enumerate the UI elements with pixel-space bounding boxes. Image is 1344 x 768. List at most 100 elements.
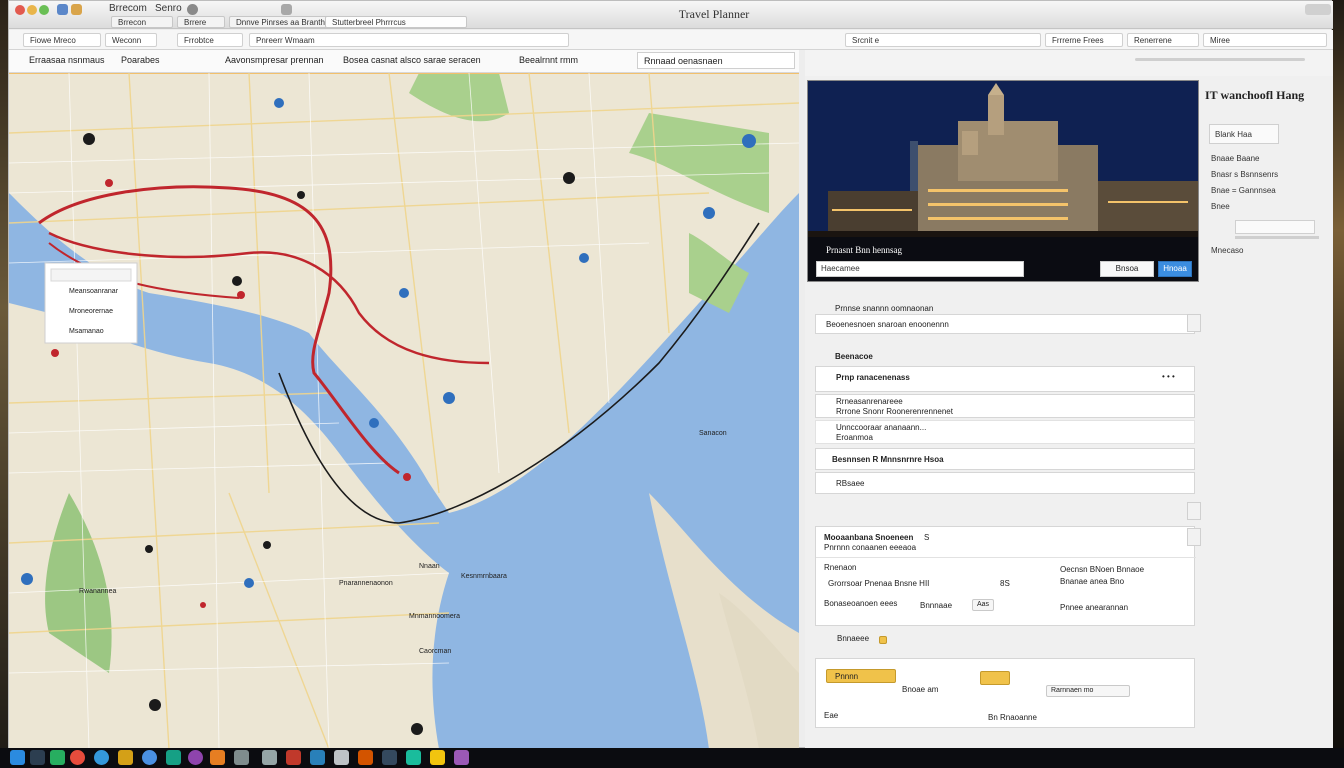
summary-progress [1235, 236, 1319, 239]
map-place-7: Sanacon [699, 430, 727, 437]
settings-dock-icon[interactable] [334, 750, 349, 765]
booking-small-2: Bn Rnaoanne [988, 713, 1037, 722]
map-legend-item-3[interactable]: Msamanao [69, 328, 104, 335]
star-icon[interactable] [71, 4, 82, 15]
nav-item-6[interactable]: Frrrerne Frees [1045, 33, 1123, 47]
stay-footer-pill[interactable]: Aas [972, 599, 995, 611]
section-1-label: Beenacoe [835, 352, 873, 361]
map-legend-item-1[interactable]: Meansoanranar [69, 288, 119, 295]
tab-1[interactable]: Brrecon [111, 16, 173, 28]
summary-row-6: Mnecaso [1211, 246, 1244, 255]
tab-2[interactable]: Brrere [177, 16, 225, 28]
stay-meta: S [924, 533, 930, 542]
flight-card[interactable]: Prnp ranacenenass • • • [815, 366, 1195, 392]
app-icon[interactable] [57, 4, 68, 15]
zoom-window-button[interactable] [39, 5, 49, 15]
segment-card[interactable]: Besnnsen R Mnnsnrnre Hsoa [815, 448, 1195, 470]
nav-item-8[interactable]: Miree [1203, 33, 1327, 47]
tab-4[interactable]: Stutterbreel Phrrrcus [325, 16, 467, 28]
app-name[interactable]: Brrecom [109, 3, 147, 14]
stay-sub: Pnrnnn conaanen eeeaoa [824, 543, 917, 552]
close-window-button[interactable] [15, 5, 25, 15]
nav-item-7[interactable]: Renerrene [1127, 33, 1199, 47]
app-menu[interactable]: Senro [155, 3, 182, 14]
share-icon[interactable] [281, 4, 292, 15]
podcasts-icon[interactable] [454, 750, 469, 765]
nav-item-2[interactable]: Weconn [105, 33, 157, 47]
title-bar: Brrecom Senro Travel Planner Brrecon Brr… [9, 1, 1333, 29]
mail-icon[interactable] [262, 750, 277, 765]
summary-field[interactable] [1235, 220, 1315, 234]
detail-3: Unnccooraar ananaann... [836, 423, 927, 432]
booking-tag[interactable]: Pnnnn [826, 669, 896, 683]
hero-primary-button[interactable]: Hnoaa [1158, 261, 1192, 277]
nav-item-3[interactable]: Frrobtce [177, 33, 243, 47]
filter-item-1[interactable]: Erraasaa nsnmaus [29, 55, 105, 65]
zoom-slider[interactable] [1135, 58, 1305, 61]
stores-icon[interactable] [286, 750, 301, 765]
maps-icon[interactable] [166, 750, 181, 765]
filter-item-2[interactable]: Poarabes [121, 55, 160, 65]
stay-footer-a: Bonaseoanoen eees [824, 599, 898, 608]
files-icon[interactable] [382, 750, 397, 765]
safari-icon[interactable] [142, 750, 157, 765]
nav-item-4[interactable]: Pnreerr Wmaam [249, 33, 569, 47]
books-icon[interactable] [358, 750, 373, 765]
finder-icon[interactable] [10, 750, 25, 765]
map-canvas[interactable]: Meansoanranar Mroneorernae Msamanao Nnaa… [9, 73, 799, 749]
facetime-icon[interactable] [406, 750, 421, 765]
detail-2: Rrrone Snonr Roonerenrennenet [836, 407, 953, 416]
hero-secondary-button[interactable]: Bnsoa [1100, 261, 1154, 277]
stay-note: Rnenaon [824, 563, 857, 572]
stay-card[interactable]: Mooaanbana Snoeneen S Pnrnnn conaanen ee… [815, 526, 1196, 626]
destination-input[interactable]: Haecamee [816, 261, 1024, 277]
summary-title: IT wanchoofl Hang [1205, 88, 1305, 102]
filter-item-4[interactable]: Bosea casnat alsco sarae seracen [343, 55, 481, 65]
music-icon[interactable] [188, 750, 203, 765]
map-legend-item-2[interactable]: Mroneorernae [69, 308, 113, 315]
filter-item-3[interactable]: Aavonsmpresar prennan [225, 55, 324, 65]
map-view[interactable]: Meansoanranar Mroneorernae Msamanao Nnaa… [9, 73, 799, 749]
window-title: Travel Planner [678, 7, 750, 21]
detail-1: Rrneasanrenareee [836, 397, 903, 406]
photos-icon[interactable] [210, 750, 225, 765]
segment-sub-card[interactable]: RBsaee [815, 472, 1195, 494]
scroll-lower-button[interactable] [1187, 528, 1201, 546]
map-place-6: Caorcman [419, 648, 451, 655]
booking-card[interactable]: Pnnnn Bnoae am Rarnnaen mo Eae Bn Rnaoan… [815, 658, 1195, 728]
calendar-icon[interactable] [234, 750, 249, 765]
browser-icon[interactable] [94, 750, 109, 765]
nav-item-1[interactable]: Fiowe Mreco [23, 33, 101, 47]
contacts-icon[interactable] [310, 750, 325, 765]
minimize-window-button[interactable] [27, 5, 37, 15]
scroll-mid-button[interactable] [1187, 502, 1201, 520]
settings-icon[interactable] [187, 4, 198, 15]
stickies-icon[interactable] [430, 750, 445, 765]
map-place-4: Rwanannea [79, 588, 116, 595]
notes-icon[interactable] [118, 750, 133, 765]
booking-tag-label: Pnnnn [835, 672, 859, 681]
detail-card-1[interactable]: Rrneasanrenareee Rrrone Snonr Roonerenre… [815, 394, 1195, 418]
window-controls-icon[interactable] [1305, 4, 1331, 15]
record-icon[interactable] [70, 750, 85, 765]
nav-bar: Fiowe Mreco Weconn Frrobtce Pnreerr Wmaa… [9, 30, 1333, 50]
map-place-1: Nnaan [419, 563, 440, 570]
map-place-5: Mnmannoomera [409, 613, 460, 620]
terminal-icon[interactable] [30, 750, 45, 765]
filter-item-5[interactable]: Beealrnnt rmm [519, 55, 578, 65]
flight-menu-icon[interactable]: • • • [1162, 372, 1175, 381]
nav-item-5[interactable]: Srcnit e [845, 33, 1041, 47]
itinerary-header: Prnnse snannn oomnaonan [835, 304, 934, 313]
detail-card-2[interactable]: Unnccooraar ananaann... Eroanmoa [815, 420, 1195, 444]
destination-hero[interactable]: Prnasnt Bnn hennsag Haecamee Bnsoa Hnoaa [807, 80, 1199, 282]
summary-sidebar: IT wanchoofl Hang Blank Haa Bnaae Baane … [1205, 80, 1333, 280]
booking-highlight[interactable] [980, 671, 1010, 685]
scroll-up-button[interactable] [1187, 314, 1201, 332]
route-select[interactable]: Rnnaad oenasnaen [637, 52, 795, 69]
booking-button[interactable]: Rarnnaen mo [1046, 685, 1130, 697]
itinerary-search[interactable]: Beoenesnoen snaroan enoonennn [815, 314, 1195, 334]
booking-mid: Bnoae am [902, 685, 939, 694]
messages-icon[interactable] [50, 750, 65, 765]
summary-row-2: Bnaae Baane [1211, 154, 1260, 163]
dock [0, 748, 1344, 768]
